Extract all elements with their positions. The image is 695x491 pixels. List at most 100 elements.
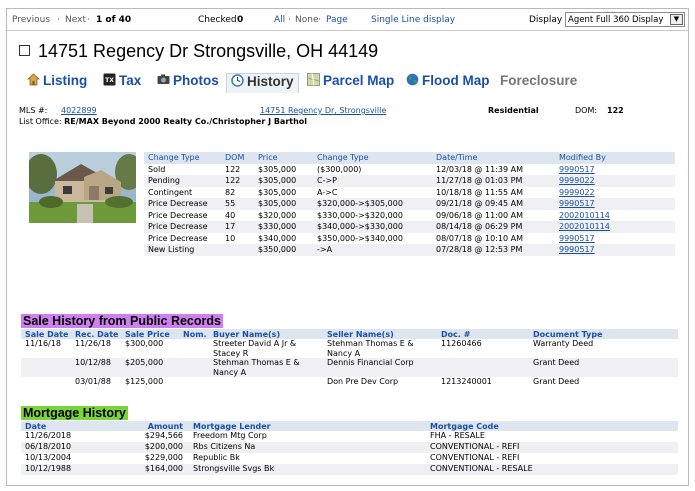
svg-text:TX: TX [105, 77, 114, 84]
mortgage-date-cell: 11/26/2018 [25, 431, 72, 440]
mortgage-lender-cell: Strongsville Svgs Bk [189, 464, 426, 475]
sale-history-row: 11/16/18 11/26/18 $300,000 Streeter David A… [21, 339, 678, 358]
change-type-cell: Contingent [148, 187, 193, 197]
mortgage-date-cell: 10/13/2004 [25, 453, 72, 462]
tab-listing-label: Listing [43, 73, 88, 88]
document-type-cell: Warranty Deed [533, 339, 594, 348]
modified-by-link[interactable]: 2002010114 [555, 210, 675, 222]
select-page-link[interactable]: Page [326, 15, 348, 25]
mortgage-code-cell: CONVENTIONAL - REFI [426, 442, 678, 453]
chevron-down-icon[interactable]: ▼ [670, 14, 683, 25]
select-none-link[interactable]: None [295, 15, 318, 25]
mortgage-code-cell: FHA - RESALE [430, 431, 485, 440]
mortgage-code-cell: CONVENTIONAL - REFI [430, 453, 520, 462]
tab-photos[interactable]: Photos [153, 73, 223, 93]
sale-date-cell [21, 358, 71, 377]
status-history-row: Contingent 82 $305,000 A->C 10/18/18 @ 11:55… [144, 187, 675, 199]
col-seller: Seller Name(s) [323, 329, 437, 339]
nom-cell [179, 339, 209, 358]
mortgage-lender-cell: Rbs Citizens Na [189, 442, 426, 453]
tab-foreclosure[interactable]: Foreclosure [496, 73, 581, 93]
buyer-cell: Stehman Thomas E & Nancy A [209, 358, 323, 377]
list-office-row: List Office: RE/MAX Beyond 2000 Realty C… [19, 117, 307, 126]
address-link[interactable]: 14751 Regency Dr, Strongsville [260, 106, 386, 115]
mls-info-row: MLS #: 4022899 14751 Regency Dr, Strongs… [19, 106, 679, 116]
tab-history[interactable]: History [226, 73, 299, 93]
modified-by-link[interactable]: 9999022 [555, 175, 675, 187]
change-type-cell: Price Decrease [148, 233, 208, 243]
status-history-row: Pending 122 $305,000 C->P 11/27/18 @ 01:03 P… [144, 175, 675, 187]
rec-date-cell: 11/26/18 [75, 339, 111, 348]
display-label: Display [529, 15, 563, 25]
mortgage-history-row: 10/13/2004 $229,000 Republic Bk CONVENTIONA… [21, 453, 678, 464]
nom-cell [179, 377, 209, 387]
tab-history-label: History [247, 74, 294, 89]
dom-cell: 55 [221, 198, 254, 210]
clock-icon [231, 74, 244, 87]
buyer-cell [209, 377, 323, 387]
next-link[interactable]: Next [65, 15, 86, 25]
mortgage-lender-cell: Freedom Mtg Corp [193, 431, 267, 440]
display-select[interactable]: Agent Full 360 Display ▼ [565, 12, 685, 27]
col-mortgage-date: Date [21, 421, 111, 431]
col-doc-number: Doc. # [437, 329, 529, 339]
price-cell: $305,000 [258, 164, 297, 174]
tab-tax[interactable]: TX Tax [99, 73, 145, 93]
col-date-time: Date/Time [432, 152, 555, 164]
tab-photos-label: Photos [173, 73, 219, 88]
modified-by-link[interactable]: 2002010114 [555, 221, 675, 233]
doc-number-cell [437, 358, 529, 377]
dom-cell [221, 244, 254, 256]
change-detail-cell: $320,000->$305,000 [313, 198, 432, 210]
change-detail-cell: $330,000->$320,000 [317, 210, 403, 220]
tab-parcel-map[interactable]: Parcel Map [303, 73, 398, 93]
date-time-cell: 09/21/18 @ 09:45 AM [432, 198, 555, 210]
doc-number-cell: 1213240001 [441, 377, 492, 386]
dom-label: DOM: [575, 106, 598, 115]
col-rec-date: Rec. Date [71, 329, 121, 339]
camera-icon [157, 73, 170, 86]
sale-price-cell: $205,000 [121, 358, 179, 377]
tab-tax-label: Tax [119, 73, 142, 88]
previous-link[interactable]: Previous [12, 15, 50, 25]
property-title-row: 14751 Regency Dr Strongsville, OH 44149 [19, 41, 378, 67]
list-office-value: RE/MAX Beyond 2000 Realty Co./Christophe… [64, 117, 308, 126]
status-history-row: New Listing $350,000 ->A 07/28/18 @ 12:53 P… [144, 244, 675, 256]
sale-history-row: 03/01/88 $125,000 Don Pre Dev Corp 12132400… [21, 377, 678, 387]
price-cell: $305,000 [258, 187, 297, 197]
dom-cell: 10 [225, 233, 236, 243]
tab-listing[interactable]: Listing [23, 73, 91, 93]
sale-price-cell: $125,000 [125, 377, 164, 386]
tab-flood-map[interactable]: Flood Map [402, 73, 494, 93]
change-type-cell: Price Decrease [148, 210, 208, 220]
col-sale-date: Sale Date [21, 329, 71, 339]
date-time-cell: 07/28/18 @ 12:53 PM [432, 244, 555, 256]
change-detail-cell: $340,000->$330,000 [313, 221, 432, 233]
modified-by-link[interactable]: 9990517 [555, 164, 675, 176]
mortgage-history-table: Date Amount Mortgage Lender Mortgage Cod… [21, 421, 678, 475]
sale-history-table: Sale Date Rec. Date Sale Price Nom. Buye… [21, 329, 678, 387]
document-type-cell: Grant Deed [533, 377, 580, 386]
change-detail-cell: A->C [317, 187, 338, 197]
house-icon [27, 73, 40, 86]
modified-by-link[interactable]: 9990517 [555, 198, 675, 210]
property-photo[interactable] [29, 152, 136, 223]
modified-by-link[interactable]: 9990517 [555, 233, 675, 245]
modified-by-link[interactable]: 9999022 [555, 187, 675, 199]
modified-by-link[interactable]: 9990517 [555, 244, 675, 256]
col-document-type: Document Type [529, 329, 678, 339]
rec-date-cell: 10/12/88 [71, 358, 121, 377]
mortgage-history-row: 10/12/1988 $164,000 Strongsville Svgs Bk CO… [21, 464, 678, 475]
single-line-display-link[interactable]: Single Line display [371, 15, 455, 25]
mls-number-link[interactable]: 4022899 [61, 106, 97, 115]
tab-parcel-map-label: Parcel Map [323, 73, 395, 88]
price-cell: $305,000 [254, 198, 313, 210]
sale-history-heading: Sale History from Public Records [21, 314, 223, 328]
mortgage-history-heading: Mortgage History [21, 406, 128, 420]
date-time-cell: 12/03/18 @ 11:39 AM [436, 164, 523, 174]
select-all-link[interactable]: All [274, 15, 285, 25]
mortgage-amount-cell: $229,000 [144, 453, 183, 462]
select-listing-checkbox[interactable] [19, 44, 30, 56]
price-cell: $340,000 [258, 233, 297, 243]
price-cell: $305,000 [254, 175, 313, 187]
